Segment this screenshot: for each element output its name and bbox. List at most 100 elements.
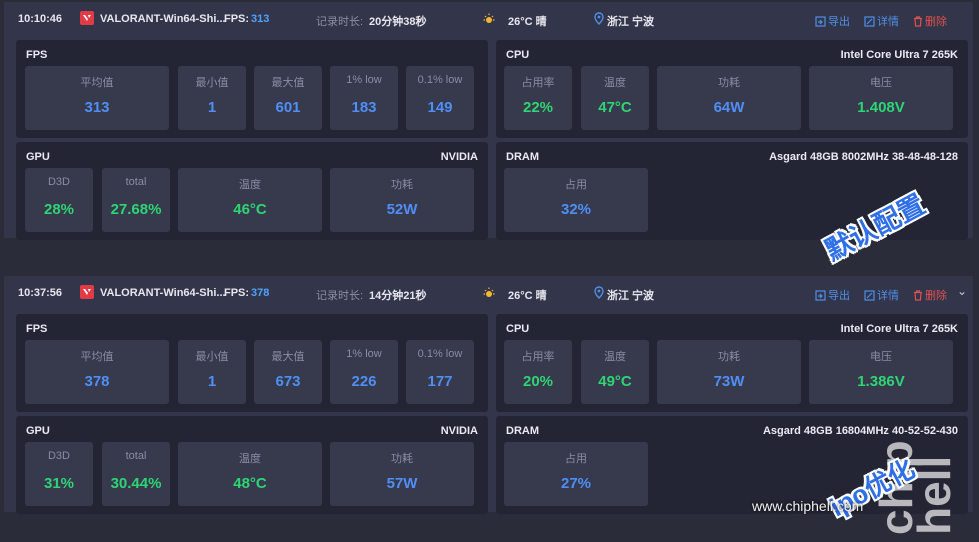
record-card-1: 10:10:46 VALORANT-Win64-Shi... FPS: 313 … bbox=[4, 2, 973, 240]
fps-tile-1-low: 1% low 226 bbox=[330, 340, 398, 404]
fps-tile-max: 最大值 673 bbox=[254, 340, 322, 404]
tile-label: 占用 bbox=[565, 453, 587, 465]
cpu-panel: CPU Intel Core Ultra 7 265K 占用率 22% 温度 4… bbox=[496, 40, 968, 138]
tile-value: 313 bbox=[84, 99, 110, 116]
tile-value: 49°C bbox=[598, 373, 632, 390]
detail-button[interactable]: 详情 bbox=[864, 287, 899, 303]
record-duration-value: 20分钟38秒 bbox=[369, 16, 427, 28]
trash-icon bbox=[914, 15, 922, 27]
tile-value: 73W bbox=[713, 373, 745, 390]
export-button[interactable]: 导出 bbox=[815, 287, 850, 303]
record-card-2: 10:37:56 VALORANT-Win64-Shi... FPS: 378 … bbox=[4, 276, 973, 514]
tile-value: 27% bbox=[560, 475, 592, 492]
sun-icon bbox=[482, 286, 496, 303]
tile-value: 226 bbox=[351, 373, 377, 390]
tile-label: 功耗 bbox=[391, 179, 413, 191]
tile-value: 673 bbox=[275, 373, 301, 390]
gpu-tile-d3d: D3D 28% bbox=[25, 168, 93, 232]
detail-label: 详情 bbox=[877, 290, 899, 302]
tile-value: 64W bbox=[713, 99, 745, 116]
gpu-tile-total: total 27.68% bbox=[102, 168, 170, 232]
gpu-vendor: NVIDIA bbox=[440, 151, 478, 163]
fps-label: FPS: bbox=[224, 287, 250, 299]
sun-icon bbox=[482, 12, 496, 29]
weather-temp: 26°C 晴 bbox=[508, 290, 547, 302]
record-time: 10:37:56 bbox=[18, 287, 63, 299]
tile-value: 1.386V bbox=[857, 373, 905, 390]
gpu-panel: GPU NVIDIA D3D 28% total 27.68% 温度 46°C … bbox=[16, 142, 488, 240]
cpu-model: Intel Core Ultra 7 265K bbox=[840, 323, 958, 335]
tile-label: 温度 bbox=[604, 77, 626, 89]
fps-label: FPS: bbox=[224, 13, 250, 25]
tile-label: 功耗 bbox=[718, 77, 740, 89]
weather-temp: 26°C 晴 bbox=[508, 16, 547, 28]
tile-value: 52W bbox=[386, 201, 418, 218]
fps-panel: FPS 平均值 313 最小值 1 最大值 601 1% low 183 0.1… bbox=[16, 40, 488, 138]
tile-value: 48°C bbox=[233, 475, 267, 492]
chevron-down-icon[interactable]: ⌄ bbox=[957, 284, 967, 298]
tile-value: 1 bbox=[207, 373, 217, 390]
export-button[interactable]: 导出 bbox=[815, 13, 850, 29]
tile-label: 1% low bbox=[346, 348, 382, 360]
tile-label: 0.1% low bbox=[417, 74, 463, 86]
panel-title: GPU bbox=[26, 151, 50, 163]
tile-value: 1 bbox=[207, 99, 217, 116]
panel-title: CPU bbox=[506, 49, 530, 61]
location-pin-icon bbox=[594, 286, 604, 302]
detail-icon bbox=[864, 15, 875, 27]
tile-value: 32% bbox=[560, 201, 592, 218]
tile-value: 27.68% bbox=[110, 201, 162, 218]
tile-label: 占用率 bbox=[521, 351, 555, 363]
export-label: 导出 bbox=[828, 290, 850, 302]
valorant-icon bbox=[80, 11, 94, 25]
fps-tile-avg: 平均值 378 bbox=[25, 340, 169, 404]
dram-model: Asgard 48GB 8002MHz 38-48-48-128 bbox=[769, 151, 958, 163]
fps-tile-min: 最小值 1 bbox=[178, 66, 246, 130]
tile-label: 功耗 bbox=[391, 453, 413, 465]
record-header: 10:37:56 VALORANT-Win64-Shi... FPS: 378 … bbox=[4, 276, 973, 312]
fps-panel: FPS 平均值 378 最小值 1 最大值 673 1% low 226 0.1… bbox=[16, 314, 488, 412]
panel-title: CPU bbox=[506, 323, 530, 335]
location: 浙江 宁波 bbox=[607, 290, 655, 302]
record-time: 10:10:46 bbox=[18, 13, 63, 25]
tile-label: 温度 bbox=[604, 351, 626, 363]
tile-value: 177 bbox=[427, 373, 453, 390]
tile-label: 电压 bbox=[870, 351, 892, 363]
delete-button[interactable]: 删除 bbox=[913, 287, 947, 303]
tile-value: 1.408V bbox=[857, 99, 905, 116]
dram-tile-usage: 占用 32% bbox=[504, 168, 648, 232]
cpu-tile-temp: 温度 47°C bbox=[581, 66, 649, 130]
cpu-tile-voltage: 电压 1.408V bbox=[809, 66, 953, 130]
tile-label: 占用率 bbox=[521, 77, 555, 89]
tile-value: 47°C bbox=[598, 99, 632, 116]
detail-button[interactable]: 详情 bbox=[864, 13, 899, 29]
fps-tile-min: 最小值 1 bbox=[178, 340, 246, 404]
cpu-tile-voltage: 电压 1.386V bbox=[809, 340, 953, 404]
tile-label: 功耗 bbox=[718, 351, 740, 363]
cpu-panel: CPU Intel Core Ultra 7 265K 占用率 20% 温度 4… bbox=[496, 314, 968, 412]
tile-value: 31% bbox=[43, 475, 75, 492]
cpu-tile-usage: 占用率 22% bbox=[504, 66, 572, 130]
delete-button[interactable]: 删除 bbox=[913, 13, 947, 29]
tile-value: 22% bbox=[522, 99, 554, 116]
fps-tile-01-low: 0.1% low 149 bbox=[406, 66, 474, 130]
fps-tile-avg: 平均值 313 bbox=[25, 66, 169, 130]
game-name: VALORANT-Win64-Shi... bbox=[100, 287, 226, 299]
tile-label: 电压 bbox=[870, 77, 892, 89]
fps-value: 378 bbox=[251, 287, 270, 299]
panel-title: GPU bbox=[26, 425, 50, 437]
tile-label: total bbox=[125, 176, 147, 188]
panel-title: FPS bbox=[26, 323, 48, 335]
delete-label: 删除 bbox=[925, 16, 947, 28]
tile-value: 183 bbox=[351, 99, 377, 116]
cpu-model: Intel Core Ultra 7 265K bbox=[840, 49, 958, 61]
record-header: 10:10:46 VALORANT-Win64-Shi... FPS: 313 … bbox=[4, 2, 973, 38]
delete-label: 删除 bbox=[925, 290, 947, 302]
tile-label: 最小值 bbox=[195, 351, 229, 363]
fps-value: 313 bbox=[251, 13, 270, 25]
tile-value: 28% bbox=[43, 201, 75, 218]
tile-label: total bbox=[125, 450, 147, 462]
tile-label: 最小值 bbox=[195, 77, 229, 89]
gpu-tile-total: total 30.44% bbox=[102, 442, 170, 506]
tile-label: D3D bbox=[47, 176, 70, 188]
